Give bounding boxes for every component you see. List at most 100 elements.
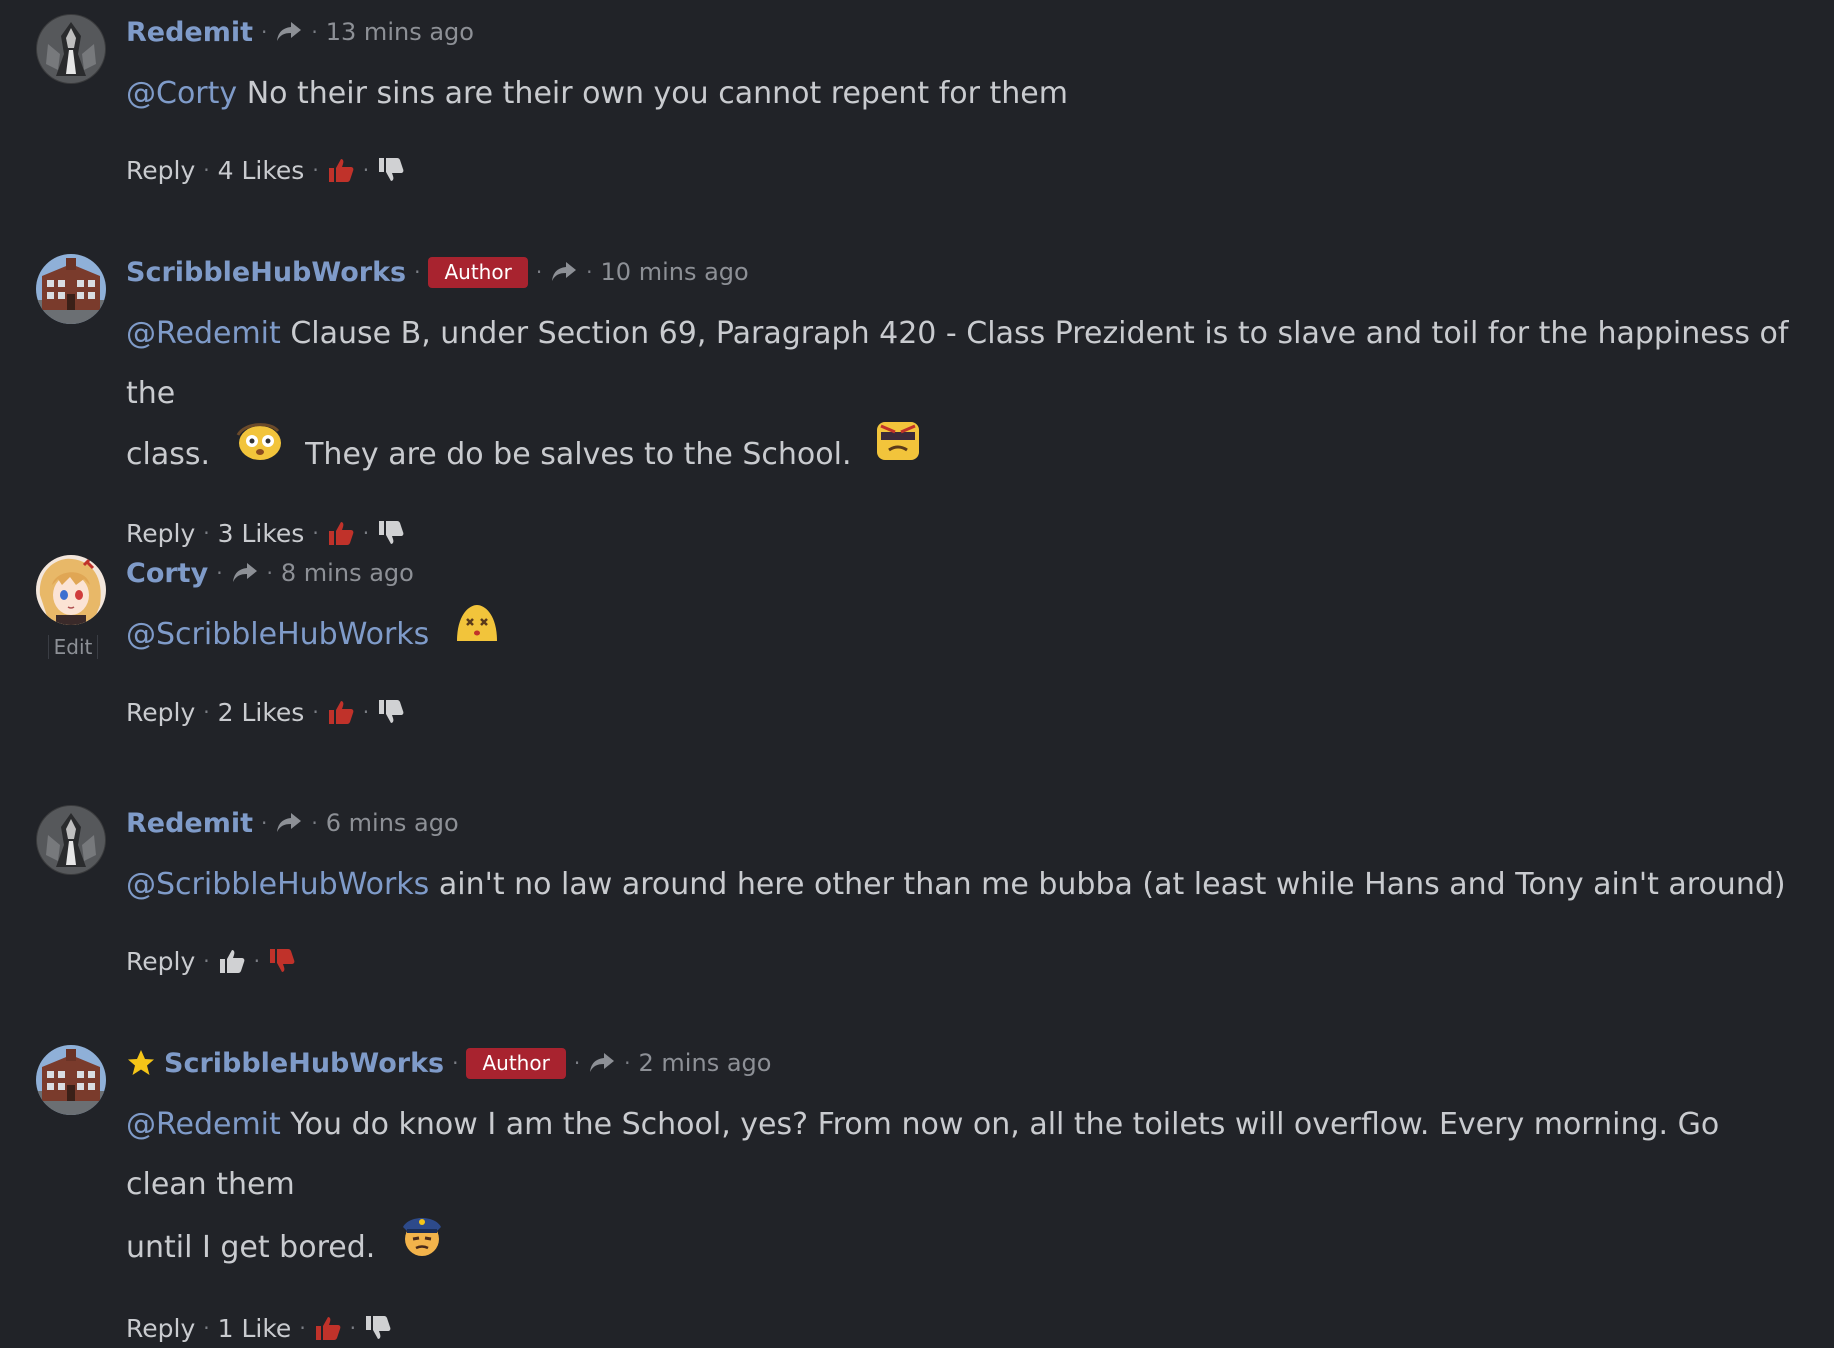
thumbs-down-icon[interactable]	[268, 947, 296, 975]
reply-button[interactable]: Reply	[126, 1314, 195, 1343]
separator: ·	[535, 260, 543, 284]
reply-button[interactable]: Reply	[126, 947, 195, 976]
comment-text-part: ain't no law around here other than me b…	[438, 867, 1786, 902]
separator: ·	[299, 1316, 306, 1340]
mention-link[interactable]: @Redemit	[126, 316, 281, 351]
thumbs-up-icon[interactable]	[327, 156, 355, 184]
armored-figure-avatar	[36, 14, 106, 84]
username[interactable]: Redemit	[126, 17, 253, 48]
avatar-column	[36, 254, 106, 324]
comment-actions: Reply · 2 Likes · ·	[126, 692, 1804, 732]
mention-link[interactable]: @ScribbleHubWorks	[126, 617, 429, 652]
avatar-column	[36, 1045, 106, 1115]
separator: ·	[312, 700, 319, 724]
thumbs-down-icon[interactable]	[364, 1314, 392, 1342]
avatar[interactable]	[36, 555, 106, 625]
username[interactable]: ScribbleHubWorks	[126, 257, 406, 288]
thumbs-down-icon[interactable]	[377, 519, 405, 547]
comment-body: Corty · · 8 mins ago @ScribbleHubWorks R…	[126, 555, 1804, 732]
separator: ·	[261, 811, 268, 835]
separator: ·	[573, 1051, 581, 1075]
share-icon[interactable]	[231, 561, 259, 585]
comment-actions: Reply · 1 Like · ·	[126, 1308, 1804, 1348]
comment-text-part: They are do be salves to the School.	[305, 437, 852, 472]
share-icon[interactable]	[550, 260, 578, 284]
reply-button[interactable]: Reply	[126, 519, 195, 548]
comment-actions: Reply · 4 Likes · ·	[126, 150, 1804, 190]
reply-button[interactable]: Reply	[126, 156, 195, 185]
comment-text: @Redemit You do know I am the School, ye…	[126, 1095, 1804, 1282]
school-building-avatar	[36, 1045, 106, 1115]
mention-link[interactable]: @Corty	[126, 76, 237, 111]
mention-link[interactable]: @ScribbleHubWorks	[126, 867, 429, 902]
timestamp: 13 mins ago	[325, 18, 474, 46]
dizzy-face-emoji	[453, 601, 501, 662]
separator: ·	[624, 1051, 631, 1075]
thumbs-up-icon[interactable]	[314, 1314, 342, 1342]
separator: ·	[311, 20, 318, 44]
comment-text-part: You do know I am the School, yes? From n…	[126, 1107, 1720, 1202]
comment-body: Redemit · · 13 mins ago @Corty No their …	[126, 14, 1804, 190]
thumbs-up-icon[interactable]	[218, 947, 246, 975]
thumbs-down-icon[interactable]	[377, 698, 405, 726]
timestamp: 8 mins ago	[280, 559, 414, 587]
separator: ·	[261, 20, 268, 44]
separator: ·	[312, 521, 319, 545]
author-badge: Author	[428, 256, 528, 288]
comment-meta: Corty · · 8 mins ago	[126, 555, 1804, 591]
timestamp: 6 mins ago	[325, 809, 459, 837]
separator: ·	[586, 260, 593, 284]
username[interactable]: Redemit	[126, 808, 253, 839]
separator: ·	[266, 561, 273, 585]
comment-text-part: class.	[126, 437, 211, 472]
avatar-column	[36, 14, 106, 84]
comment-text: @Corty No their sins are their own you c…	[126, 64, 1804, 124]
comment-text: @ScribbleHubWorks	[126, 605, 1804, 666]
comment-text-part: Clause B, under Section 69, Paragraph 42…	[126, 316, 1789, 411]
school-building-avatar	[36, 254, 106, 324]
separator: ·	[362, 158, 370, 182]
comment-text-part: No their sins are their own you cannot r…	[246, 76, 1068, 111]
like-count: 1 Like	[217, 1313, 292, 1343]
angry-sunglasses-emoji	[875, 420, 921, 483]
share-icon[interactable]	[275, 20, 303, 44]
comment-text: @ScribbleHubWorks ain't no law around he…	[126, 855, 1804, 915]
username[interactable]: ScribbleHubWorks	[164, 1048, 444, 1079]
avatar[interactable]	[36, 1045, 106, 1115]
comment-text-part: until I get bored.	[126, 1230, 376, 1265]
timestamp: 10 mins ago	[600, 258, 749, 286]
avatar[interactable]	[36, 805, 106, 875]
separator: ·	[452, 1051, 459, 1075]
username[interactable]: Corty	[126, 558, 208, 589]
comment-actions: Reply · ·	[126, 941, 1804, 981]
comment-thread: Redemit · · 13 mins ago @Corty No their …	[0, 0, 1834, 1343]
reply-button[interactable]: Reply	[126, 698, 195, 727]
like-count: 3 Likes	[217, 518, 305, 548]
edit-link[interactable]: Edit	[47, 635, 99, 659]
police-officer-emoji	[399, 1211, 445, 1278]
share-icon[interactable]	[275, 811, 303, 835]
thumbs-down-icon[interactable]	[377, 156, 405, 184]
comment-meta: Redemit · · 6 mins ago	[126, 805, 1804, 841]
armored-figure-avatar	[36, 805, 106, 875]
thumbs-up-icon[interactable]	[327, 698, 355, 726]
comment-body: Redemit · · 6 mins ago @ScribbleHubWorks…	[126, 805, 1804, 981]
mention-link[interactable]: @Redemit	[126, 1107, 281, 1142]
separator: ·	[414, 260, 421, 284]
comment-meta: Redemit · · 13 mins ago	[126, 14, 1804, 50]
separator: ·	[253, 949, 260, 973]
comment-body: ScribbleHubWorks · Author · · 2 mins ago…	[126, 1045, 1804, 1348]
timestamp: 2 mins ago	[638, 1049, 772, 1077]
separator: ·	[203, 949, 210, 973]
comment-meta: ScribbleHubWorks · Author · · 10 mins ag…	[126, 254, 1804, 290]
avatar-column: Edit	[36, 555, 106, 659]
avatar[interactable]	[36, 254, 106, 324]
separator: ·	[362, 521, 370, 545]
like-count: 2 Likes	[217, 697, 305, 727]
thumbs-up-icon[interactable]	[327, 519, 355, 547]
star-icon	[126, 1048, 156, 1078]
share-icon[interactable]	[588, 1051, 616, 1075]
separator: ·	[203, 158, 210, 182]
avatar[interactable]	[36, 14, 106, 84]
anime-girl-avatar	[36, 555, 106, 625]
